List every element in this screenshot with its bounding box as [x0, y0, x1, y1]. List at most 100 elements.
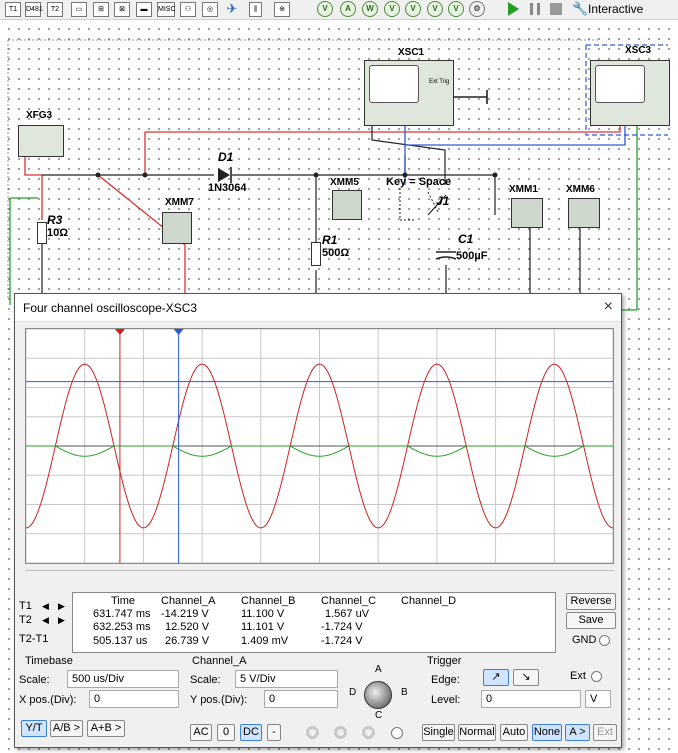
- xmm5-label: XMM5: [330, 177, 359, 188]
- readout-header-channel-c: Channel_C: [321, 595, 377, 607]
- invert-button[interactable]: -: [267, 724, 281, 741]
- zero-coupling-button[interactable]: 0: [217, 724, 235, 741]
- settings-gear-icon[interactable]: ⚙: [469, 1, 485, 17]
- multimeter-xmm7[interactable]: [162, 212, 192, 244]
- readout-cell: 505.137 us: [93, 635, 148, 647]
- t1-component-icon[interactable]: T1: [5, 2, 21, 17]
- knob-letter-a: A: [375, 664, 382, 675]
- trigger-none-button[interactable]: None: [532, 724, 562, 741]
- probe-voltage-current-icon[interactable]: V: [427, 1, 443, 17]
- t2-left-arrow-icon[interactable]: ◀: [39, 614, 52, 626]
- falling-edge-button[interactable]: ↘: [513, 669, 539, 686]
- a-plus-b-mode-button[interactable]: A+B >: [87, 720, 125, 737]
- probe-current-icon[interactable]: A: [340, 1, 356, 17]
- trigger-edge-label: Edge:: [431, 674, 460, 686]
- r1-label: R1: [322, 233, 338, 247]
- trigger-level-unit[interactable]: V: [585, 690, 611, 708]
- timebase-xpos-field[interactable]: 0: [89, 690, 179, 708]
- t2-right-arrow-icon[interactable]: ▶: [55, 614, 68, 626]
- key-label: Key = Space: [386, 176, 452, 188]
- yt-mode-button[interactable]: Y/T: [21, 720, 47, 737]
- channel-selector-knob[interactable]: [364, 681, 392, 709]
- close-icon[interactable]: ×: [604, 298, 613, 316]
- trigger-ext-button[interactable]: Ext: [593, 724, 617, 741]
- trigger-channel-a-button[interactable]: A >: [565, 724, 590, 741]
- resistor-r1[interactable]: [311, 242, 321, 266]
- probe-voltage-icon[interactable]: V: [317, 1, 333, 17]
- readout-cell: -1.724 V: [321, 635, 363, 647]
- r3-label: R3: [47, 213, 63, 227]
- r1-value: 500Ω: [322, 247, 350, 259]
- probe-differential-icon[interactable]: V: [384, 1, 400, 17]
- gnd-radio[interactable]: [599, 635, 610, 646]
- multimeter-xmm1[interactable]: [511, 198, 543, 228]
- cursor-t1-marker: [114, 329, 125, 335]
- knob-letter-c: C: [375, 710, 383, 721]
- indicator-icon[interactable]: ▭: [71, 2, 87, 17]
- reverse-button[interactable]: Reverse: [566, 593, 616, 610]
- window-titlebar[interactable]: Four channel oscilloscope-XSC3 ×: [15, 294, 621, 322]
- battery-icon[interactable]: ▬: [136, 2, 152, 17]
- channel-scale-field[interactable]: 5 V/Div: [235, 670, 338, 688]
- channel-ypos-field[interactable]: 0: [264, 690, 338, 708]
- oscilloscope-window[interactable]: Four channel oscilloscope-XSC3 × T1 ◀ ▶ …: [14, 293, 622, 748]
- probe-power-icon[interactable]: W: [362, 1, 378, 17]
- knob-letter-b: B: [401, 687, 408, 698]
- t1-right-arrow-icon[interactable]: ▶: [55, 600, 68, 612]
- trigger-normal-button[interactable]: Normal: [458, 724, 496, 741]
- readout-header-channel-b: Channel_B: [241, 595, 296, 607]
- mixed-component-icon[interactable]: D481: [25, 2, 43, 17]
- d1-value: 1N3064: [208, 182, 247, 194]
- dc-coupling-button[interactable]: DC: [240, 724, 262, 741]
- xfg3-label: XFG3: [26, 110, 53, 121]
- function-generator-xfg3[interactable]: [18, 125, 64, 157]
- channel-radio-4[interactable]: [391, 727, 403, 739]
- scope-display[interactable]: [25, 328, 614, 564]
- rf-component-icon[interactable]: ◎: [202, 2, 218, 17]
- timebase-scale-field[interactable]: 500 us/Div: [67, 670, 179, 688]
- readout-cell: -1.724 V: [321, 621, 363, 633]
- channel-radio-2[interactable]: [334, 726, 347, 739]
- multimeter-xmm6[interactable]: [568, 198, 600, 228]
- rising-edge-button[interactable]: ↗: [483, 669, 509, 686]
- interactive-mode-label[interactable]: Interactive: [588, 2, 643, 16]
- c1-label: C1: [458, 232, 474, 246]
- display-scrollbar[interactable]: [25, 570, 614, 575]
- channel-a-title: Channel_A: [192, 655, 247, 667]
- trigger-auto-button[interactable]: Auto: [500, 724, 528, 741]
- resistor-icon[interactable]: ⊠: [114, 2, 130, 17]
- stop-simulation-icon[interactable]: [550, 3, 562, 15]
- r3-value: 10Ω: [47, 227, 69, 239]
- ab-mode-button[interactable]: A/B >: [50, 720, 83, 737]
- toolbar: T1 D481 T2 ▭ ⊞ ⊠ ▬ MISC ⚇ ◎ ✈ ⫼ ⊕ V A W …: [0, 0, 678, 20]
- timebase-xpos-label: X pos.(Div):: [19, 694, 77, 706]
- trigger-ext-radio[interactable]: [591, 671, 602, 682]
- trigger-single-button[interactable]: Single: [422, 724, 455, 741]
- probe-voltage-ref-icon[interactable]: V: [405, 1, 421, 17]
- ac-coupling-button[interactable]: AC: [190, 724, 212, 741]
- save-button[interactable]: Save: [566, 612, 616, 629]
- t1-left-arrow-icon[interactable]: ◀: [39, 600, 52, 612]
- multimeter-xmm5[interactable]: [332, 190, 362, 220]
- readout-header-channel-d: Channel_D: [401, 595, 457, 607]
- power-component-icon[interactable]: ⊞: [93, 2, 109, 17]
- electromechanical-icon[interactable]: ✈: [224, 2, 240, 17]
- trigger-level-field[interactable]: 0: [481, 690, 581, 708]
- misc-component-icon[interactable]: MISC: [157, 2, 176, 17]
- run-simulation-icon[interactable]: [508, 2, 519, 16]
- pause-simulation-icon[interactable]: [530, 3, 540, 15]
- row-label-t2: T2: [19, 614, 32, 626]
- connector-icon[interactable]: ⫼: [249, 2, 262, 17]
- channel-radio-3[interactable]: [362, 726, 375, 739]
- channel-radio-1[interactable]: [306, 726, 319, 739]
- advanced-peripheral-icon[interactable]: ⚇: [180, 2, 196, 17]
- place-bus-icon[interactable]: ⊕: [274, 2, 290, 17]
- t2-component-icon[interactable]: T2: [47, 2, 63, 17]
- resistor-r3[interactable]: [37, 222, 47, 244]
- oscilloscope-xsc1[interactable]: Ext Trig: [364, 60, 454, 126]
- c1-value: 500µF: [456, 250, 488, 262]
- wrench-icon: 🔧: [572, 1, 589, 16]
- oscilloscope-xsc3[interactable]: [590, 60, 670, 126]
- probe-digital-icon[interactable]: V: [448, 1, 464, 17]
- channel-ypos-label: Y pos.(Div):: [190, 694, 248, 706]
